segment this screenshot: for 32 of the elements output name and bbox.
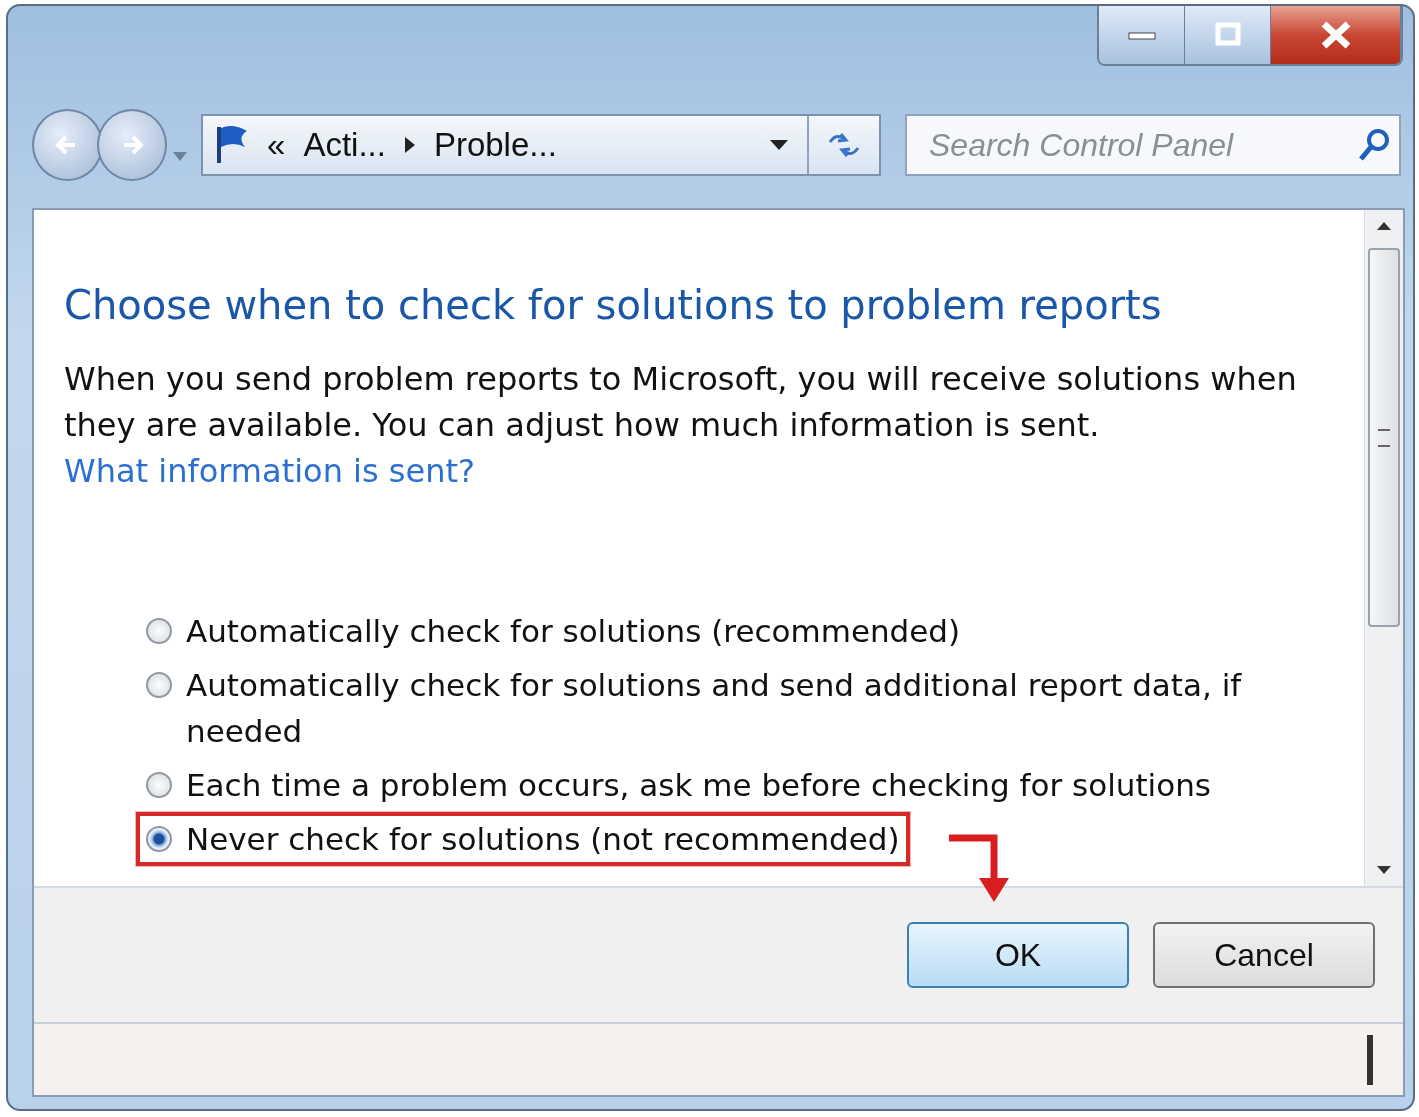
cancel-button[interactable]: Cancel: [1153, 922, 1375, 988]
radio-button[interactable]: [146, 772, 172, 798]
option-label[interactable]: Never check for solutions (not recommended): [186, 816, 900, 862]
radio-button[interactable]: [146, 672, 172, 698]
scrollbar[interactable]: [1364, 210, 1403, 886]
breadcrumb-item[interactable]: Acti...: [303, 126, 386, 164]
minimize-icon: [1126, 29, 1157, 41]
option-label[interactable]: Automatically check for solutions (recommended): [186, 608, 961, 654]
overflow-chevron[interactable]: «: [267, 126, 286, 164]
search-box[interactable]: Search Control Panel: [905, 114, 1401, 176]
option-label[interactable]: Each time a problem occurs, ask me before checking for solutions: [186, 762, 1211, 808]
search-field[interactable]: Search Control Panel: [927, 125, 1357, 165]
history-caret-icon[interactable]: [173, 152, 187, 162]
scrollbar-grip-icon: [1378, 428, 1390, 447]
info-link[interactable]: What information is sent?: [64, 448, 475, 494]
radio-button[interactable]: [146, 618, 172, 644]
minimize-button[interactable]: [1099, 6, 1185, 64]
radio-button[interactable]: [146, 826, 172, 852]
address-bar[interactable]: « Acti... Proble...: [201, 114, 881, 176]
refresh-icon: [827, 130, 861, 160]
breadcrumb-separator-icon: [403, 136, 416, 154]
close-button[interactable]: [1271, 6, 1401, 64]
search-icon[interactable]: [1357, 127, 1391, 163]
scroll-down-icon[interactable]: [1375, 864, 1393, 876]
option-label[interactable]: Automatically check for solutions and send additional report data, if needed: [186, 662, 1246, 754]
description-text: When you send problem reports to Microsoft, you will receive solutions when they are available. You can adjust how much information is sent.: [64, 359, 1298, 446]
scroll-up-icon[interactable]: [1375, 220, 1393, 232]
flag-icon: [215, 125, 249, 165]
page-heading: Choose when to check for solutions to problem reports: [64, 282, 1163, 328]
ok-button[interactable]: OK: [907, 922, 1129, 988]
dropdown-caret-icon[interactable]: [769, 139, 789, 151]
breadcrumb-item[interactable]: Proble...: [433, 126, 557, 164]
